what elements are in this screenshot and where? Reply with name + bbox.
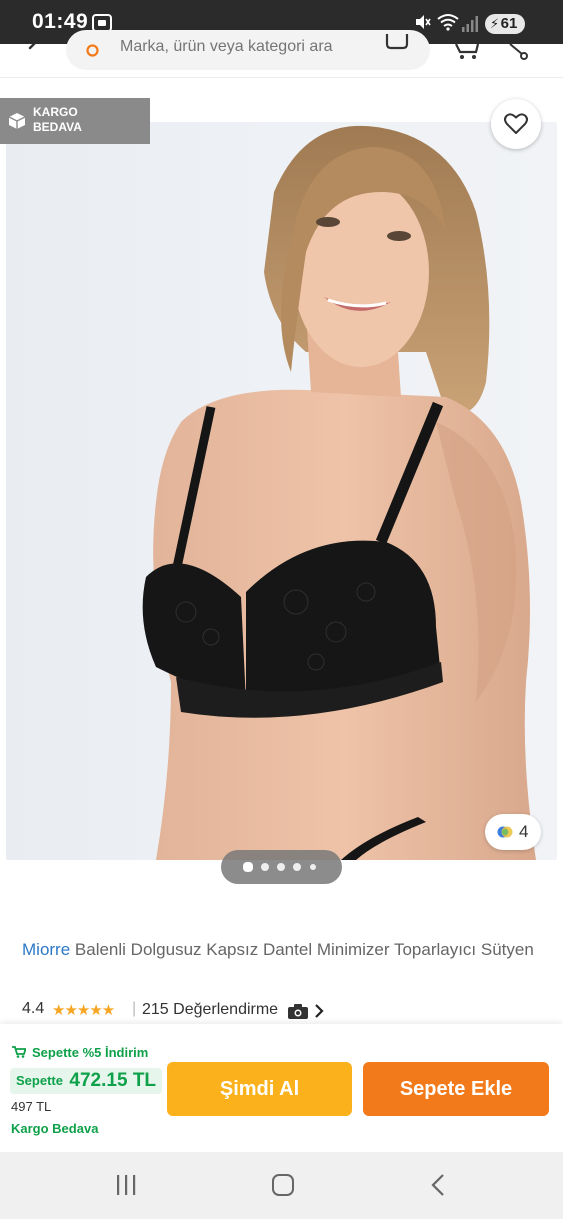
product-title: Miorre Balenli Dolgusuz Kapsız Dantel Mi… [22, 938, 542, 961]
search-icon [86, 44, 99, 57]
mute-icon [416, 15, 431, 29]
pager-dot[interactable] [277, 863, 285, 871]
favorite-button[interactable] [491, 99, 541, 149]
product-photo[interactable] [6, 122, 557, 860]
discount-text: Sepette %5 İndirim [32, 1045, 149, 1060]
cart-icon [12, 1046, 26, 1058]
search-input[interactable] [120, 38, 370, 56]
buy-now-button[interactable]: Şimdi Al [167, 1062, 352, 1116]
divider: | [132, 1000, 137, 1017]
chevron-right-icon [315, 1004, 324, 1018]
bottom-action-bar: Sepette %5 İndirim Sepette 472.15 TL 497… [0, 1024, 563, 1152]
image-pager[interactable] [221, 850, 342, 884]
signal-icon [462, 16, 478, 32]
top-header [0, 30, 563, 78]
pager-dot[interactable] [293, 863, 301, 871]
add-to-cart-button[interactable]: Sepete Ekle [363, 1062, 549, 1116]
rating-row[interactable]: 4.4 ★★★★★ | 215 Değerlendirme [22, 1000, 542, 1022]
original-price: 497 TL [11, 1099, 52, 1114]
heart-icon [504, 113, 528, 134]
badge-line2: BEDAVA [33, 120, 82, 134]
color-options-button[interactable]: 4 [485, 814, 541, 850]
share-icon[interactable] [506, 44, 530, 64]
charging-icon: ⚡ [490, 16, 500, 31]
product-name: Balenli Dolgusuz Kapsız Dantel Minimizer… [74, 940, 534, 959]
package-icon [8, 113, 26, 129]
badge-line1: KARGO [33, 105, 78, 119]
free-shipping-badge: KARGO BEDAVA [0, 98, 150, 144]
camera-search-icon[interactable] [384, 34, 410, 54]
rating-stars: ★★★★★ [52, 1002, 115, 1019]
color-count: 4 [519, 822, 529, 841]
camera-icon [288, 1004, 308, 1019]
rating-value: 4.4 [22, 1000, 45, 1017]
recent-apps-icon[interactable] [115, 1175, 137, 1195]
system-nav-bar [0, 1152, 563, 1219]
cart-price-chip: Sepette 472.15 TL [10, 1068, 163, 1094]
model-photo-illustration [142, 125, 536, 860]
battery-level: 61 [500, 15, 518, 32]
pager-dot[interactable] [243, 862, 253, 872]
color-palette-icon [497, 826, 513, 838]
pager-dot[interactable] [310, 864, 316, 870]
battery-indicator: ⚡ 61 [485, 14, 525, 34]
wifi-icon [437, 14, 459, 31]
home-icon[interactable] [272, 1174, 294, 1196]
cart-price-label: Sepette [16, 1073, 63, 1088]
free-shipping-text: Kargo Bedava [11, 1121, 99, 1136]
pager-dot[interactable] [261, 863, 269, 871]
cart-icon[interactable] [454, 44, 480, 64]
brand-link[interactable]: Miorre [22, 940, 70, 959]
back-arrow-icon[interactable] [22, 44, 46, 60]
review-count[interactable]: 215 Değerlendirme [142, 1001, 278, 1019]
cart-price: 472.15 TL [69, 1070, 157, 1091]
search-bar[interactable] [66, 30, 430, 70]
cart-discount-info: Sepette %5 İndirim [12, 1045, 148, 1060]
product-image-gallery[interactable]: KARGO BEDAVA 4 [0, 78, 563, 908]
nav-back-icon[interactable] [431, 1174, 445, 1196]
